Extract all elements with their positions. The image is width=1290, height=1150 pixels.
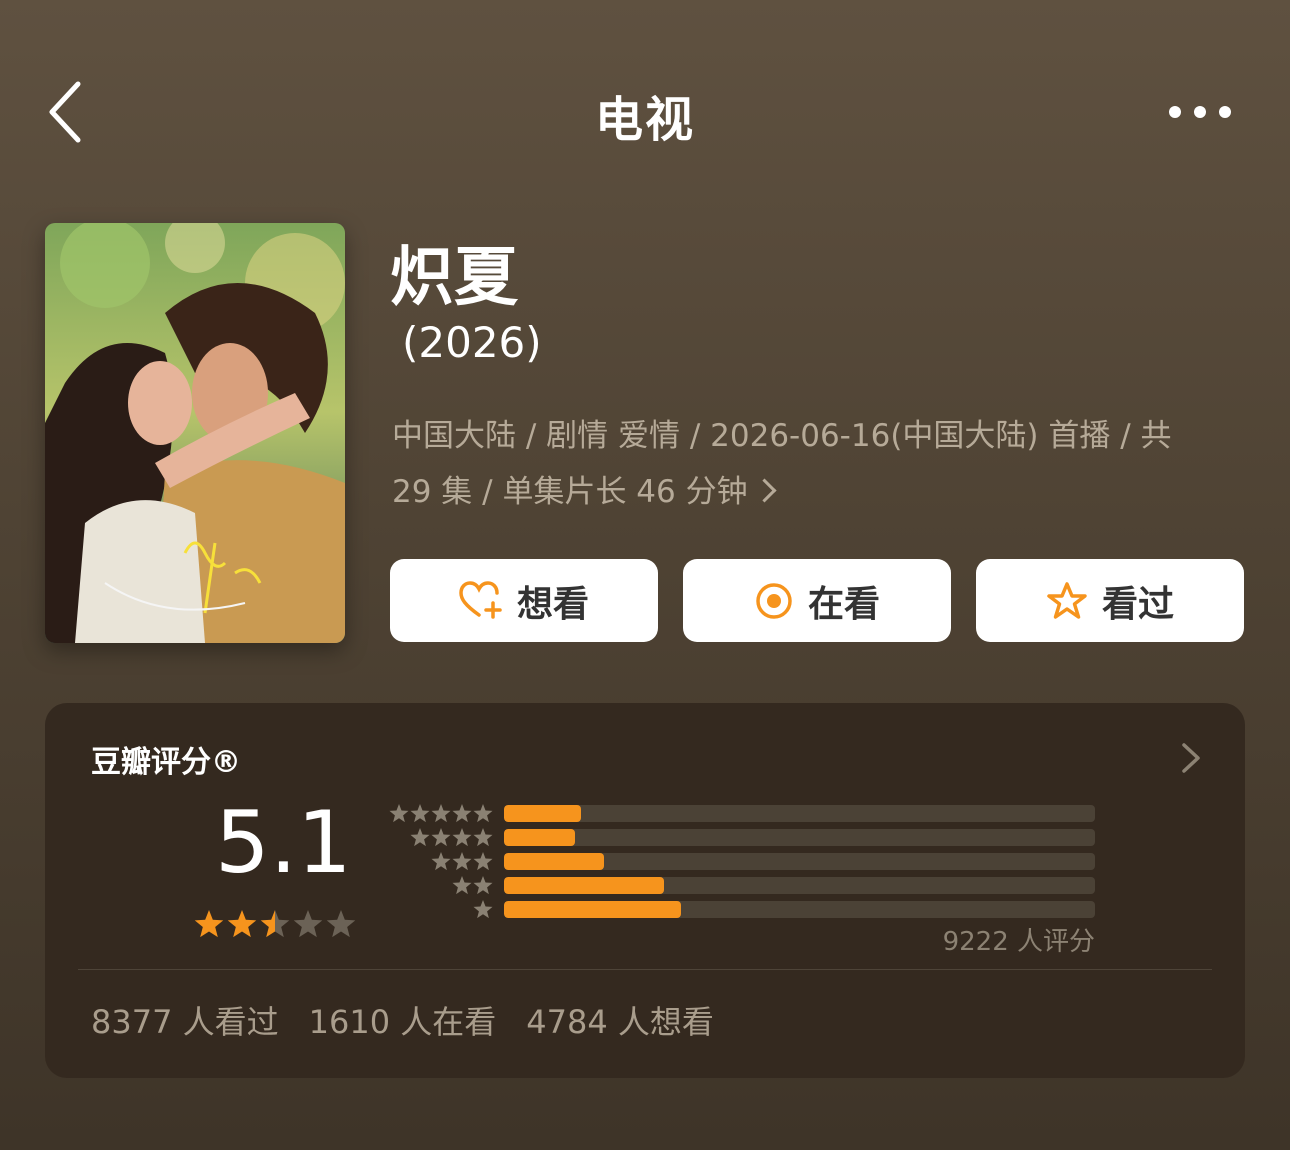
level-star [389,804,409,823]
star-level-5 [383,803,493,827]
score-star [293,910,323,938]
star-level-2 [383,875,493,899]
rating-total: 9222 人评分 [942,927,1095,957]
star-level-4 [383,827,493,851]
level-star [452,852,472,871]
score-stars [193,907,403,947]
score-star [326,910,356,938]
level-star [452,828,472,847]
meta-line-1: 中国大陆 / 剧情 爱情 / 2026-06-16(中国大陆) 首播 / 共 [392,418,1172,454]
show-year: (2026) [402,318,542,367]
level-star [473,900,493,919]
rating-score: 5.1 [215,793,352,893]
distribution-fill-2 [504,877,664,894]
more-button[interactable] [1160,92,1240,132]
star-level-labels [383,803,493,923]
radio-dot-icon [756,582,792,619]
level-star [473,828,493,847]
watching-label: 在看 [807,583,880,625]
chevron-right-icon [1182,743,1200,773]
distribution-bar-4 [504,829,1095,846]
level-star [452,804,472,823]
want-count: 4784 人想看 [526,1003,714,1041]
watch-stats: 8377 人看过 1610 人在看 4784 人想看 [91,997,714,1043]
divider [78,969,1212,970]
rating-heading: 豆瓣评分® [91,745,241,780]
level-star [410,804,430,823]
distribution-bar-5 [504,805,1095,822]
distribution-bar-2 [504,877,1095,894]
meta-line-2-text: 29 集 / 单集片长 46 分钟 [392,474,748,510]
meta-line-2: 29 集 / 单集片长 46 分钟 [392,464,1222,520]
distribution-fill-4 [504,829,575,846]
more-dots-icon [1169,106,1231,118]
distribution-fill-1 [504,901,682,918]
watching-count: 1610 人在看 [308,1003,497,1041]
distribution-fill-3 [504,853,605,870]
rating-detail-link[interactable] [1178,741,1204,775]
page-title: 电视 [594,92,695,148]
watched-label: 看过 [1101,583,1174,625]
heart-plus-icon [459,580,502,619]
watching-button[interactable]: 在看 [683,559,951,642]
distribution-bar-3 [504,853,1095,870]
level-star [431,852,451,871]
rating-distribution [504,805,1095,925]
rating-card[interactable]: 豆瓣评分® 5.1 9222 人评分 8377 人看过 1610 人在看 478… [45,703,1245,1078]
watched-button[interactable]: 看过 [976,559,1244,642]
star-level-1 [383,899,493,923]
chevron-right-icon [752,478,777,503]
distribution-bar-1 [504,901,1095,918]
watched-count: 8377 人看过 [91,1003,279,1041]
show-meta[interactable]: 中国大陆 / 剧情 爱情 / 2026-06-16(中国大陆) 首播 / 共 2… [392,408,1222,520]
show-title: 炽夏 [390,241,518,315]
level-star [431,804,451,823]
want-to-watch-label: 想看 [516,583,589,625]
score-star [227,910,257,938]
level-star [473,876,493,895]
star-outline-icon [1047,581,1087,619]
poster-artwork [45,223,345,643]
level-star [452,876,472,895]
score-star [260,910,290,938]
level-star [473,852,493,871]
level-star [473,804,493,823]
want-to-watch-button[interactable]: 想看 [390,559,658,642]
distribution-fill-5 [504,805,581,822]
poster-image[interactable] [45,223,345,643]
score-star [194,910,224,938]
star-level-3 [383,851,493,875]
level-star [431,828,451,847]
level-star [410,828,430,847]
